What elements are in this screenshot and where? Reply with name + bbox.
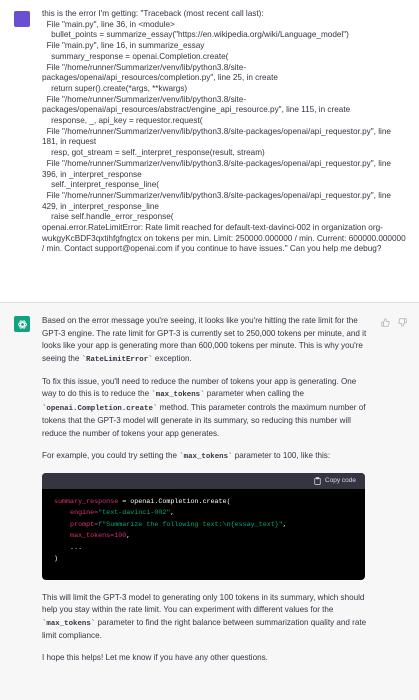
paragraph-text: parameter when calling the xyxy=(204,389,304,398)
code-token: summary_response xyxy=(54,497,119,506)
code-line-4: max_tokens=100, xyxy=(54,532,130,540)
code-token: 100 xyxy=(114,532,127,541)
assistant-paragraph-3: For example, you could try setting the `… xyxy=(42,450,367,464)
user-avatar xyxy=(14,11,30,27)
code-token: , xyxy=(282,520,287,529)
code-token: , xyxy=(126,532,131,541)
assistant-avatar xyxy=(14,316,30,332)
inline-code: `max_tokens` xyxy=(42,619,96,628)
assistant-paragraph-4: This will limit the GPT-3 model to gener… xyxy=(42,592,367,643)
code-token: engine= xyxy=(54,509,99,518)
code-line-3: prompt=f"Summarize the following text:\n… xyxy=(54,521,287,529)
paragraph-text: parameter to 100, like this: xyxy=(232,450,331,460)
paragraph-text: This will limit the GPT-3 model to gener… xyxy=(42,592,365,615)
paragraph-text: For example, you could try setting the xyxy=(42,450,180,460)
assistant-paragraph-2: To fix this issue, you'll need to reduce… xyxy=(42,376,367,441)
code-content: summary_response = openai.Completion.cre… xyxy=(42,489,365,575)
code-token: "text-davinci-002" xyxy=(98,509,171,518)
code-line-1: summary_response = openai.Completion.cre… xyxy=(54,498,231,506)
inline-code: `RateLimitError` xyxy=(81,355,153,364)
inline-code: `max_tokens` xyxy=(179,452,233,461)
assistant-paragraph-1: Based on the error message you're seeing… xyxy=(42,315,367,366)
inline-code: `openai.Completion.create` xyxy=(42,404,158,413)
code-block: Copy code summary_response = openai.Comp… xyxy=(42,472,365,580)
feedback-controls xyxy=(381,318,407,327)
copy-code-label: Copy code xyxy=(324,477,356,484)
openai-logo-icon xyxy=(17,319,27,329)
code-line-5: ... xyxy=(54,543,83,552)
inline-code: `max_tokens` xyxy=(151,391,205,399)
code-token: max_tokens= xyxy=(54,532,115,541)
thumbs-down-icon[interactable] xyxy=(398,318,407,327)
clipboard-icon xyxy=(314,476,321,485)
paragraph-text: exception. xyxy=(152,353,192,363)
assistant-message-turn: Based on the error message you're seeing… xyxy=(0,303,419,700)
code-line-6: ) xyxy=(54,555,59,564)
copy-code-button[interactable]: Copy code xyxy=(314,476,356,485)
assistant-message-body: Based on the error message you're seeing… xyxy=(42,315,367,674)
code-token: , xyxy=(170,509,175,518)
thumbs-up-icon[interactable] xyxy=(381,318,390,327)
user-message-turn: this is the error I'm getting: "Tracebac… xyxy=(0,0,419,302)
code-token: = openai.Completion.create( xyxy=(118,497,231,506)
code-block-header: Copy code xyxy=(42,472,365,489)
user-message-text: this is the error I'm getting: "Tracebac… xyxy=(42,9,406,254)
code-line-2: engine="text-davinci-002", xyxy=(54,509,174,517)
code-token: prompt= xyxy=(54,520,99,529)
assistant-paragraph-5: I hope this helps! Let me know if you ha… xyxy=(42,653,268,662)
code-token: f"Summarize the following text:\n{essay_… xyxy=(98,520,283,529)
